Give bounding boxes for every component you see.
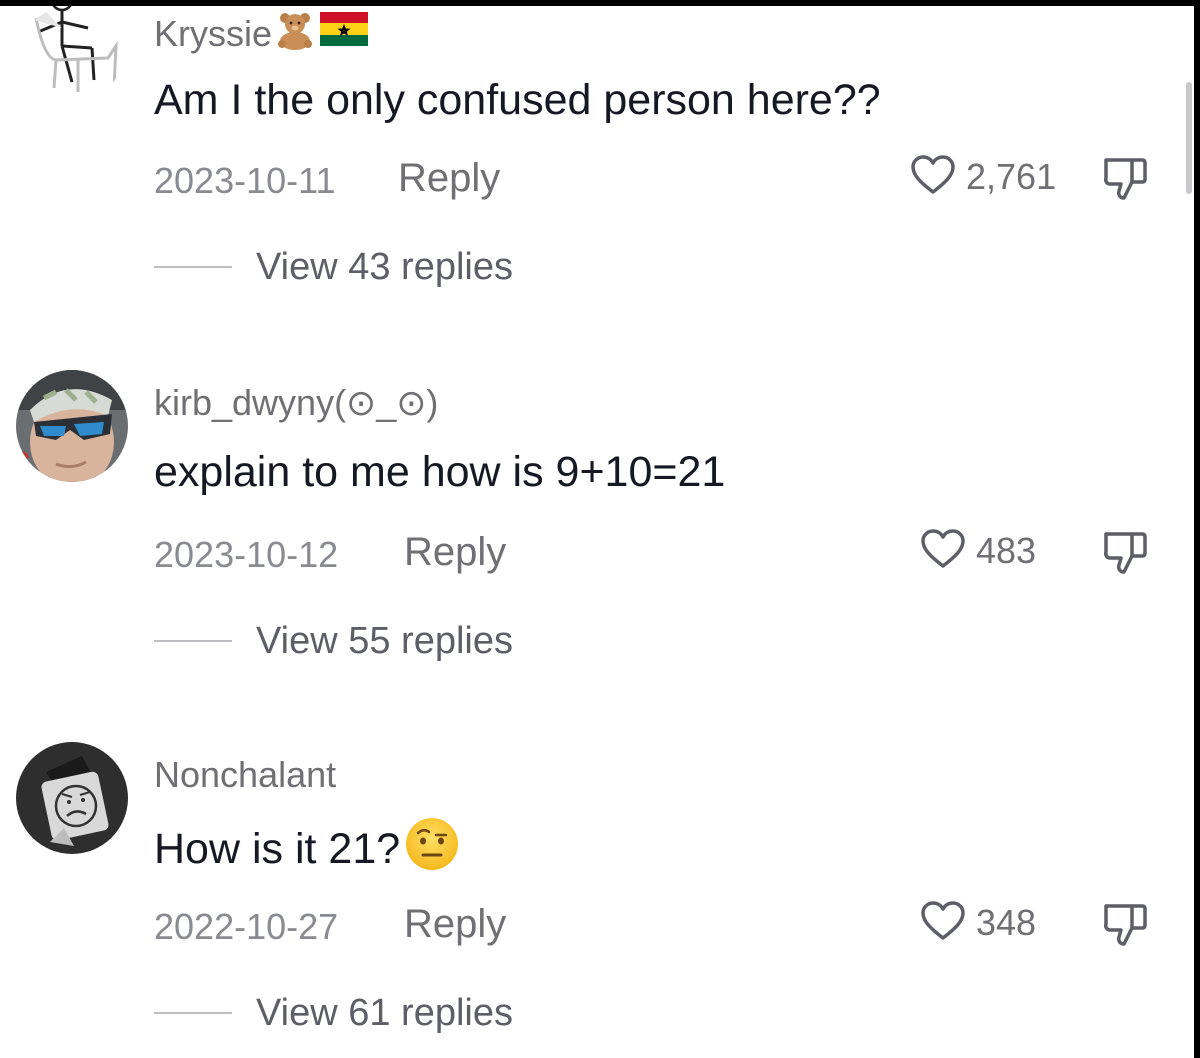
- comment-date: 2023-10-12: [154, 534, 339, 575]
- like-button[interactable]: 483: [920, 526, 1036, 576]
- username[interactable]: kirb_dwyny(⊙_⊙): [154, 382, 438, 424]
- teddy-bear-icon: [274, 8, 316, 59]
- username[interactable]: Kryssie: [154, 13, 272, 55]
- heart-icon: [910, 154, 956, 201]
- like-count: 483: [976, 530, 1037, 571]
- thumbs-down-icon: [1100, 532, 1150, 582]
- avatar[interactable]: [16, 742, 128, 854]
- divider-line: [154, 266, 232, 268]
- like-count: 2,761: [966, 156, 1057, 197]
- reply-button[interactable]: Reply: [404, 530, 506, 575]
- like-count: 348: [976, 902, 1037, 943]
- comment-text: explain to me how is 9+10=21: [154, 448, 726, 496]
- thumbs-down-icon: [1100, 158, 1150, 208]
- view-replies-label: View 61 replies: [256, 991, 514, 1034]
- comments-panel: Kryssie Am I the only confused person he…: [0, 6, 1194, 1058]
- avatar[interactable]: [16, 370, 128, 482]
- avatar[interactable]: [16, 6, 128, 100]
- dislike-button[interactable]: [1100, 900, 1150, 950]
- heart-icon: [920, 900, 966, 947]
- like-button[interactable]: 2,761: [910, 152, 1056, 202]
- thumbs-down-icon: [1100, 904, 1150, 954]
- reply-button[interactable]: Reply: [398, 156, 500, 201]
- heart-icon: [920, 528, 966, 575]
- view-replies-button[interactable]: View 55 replies: [154, 616, 513, 666]
- view-replies-label: View 55 replies: [256, 619, 514, 662]
- dislike-button[interactable]: [1100, 154, 1150, 204]
- reply-button[interactable]: Reply: [404, 902, 506, 947]
- raised-eyebrow-face-icon: [404, 816, 460, 883]
- comment-text: How is it 21?: [154, 825, 401, 873]
- ghana-flag-icon: [320, 12, 369, 55]
- comment-text: Am I the only confused person here??: [154, 76, 881, 124]
- view-replies-label: View 43 replies: [256, 245, 514, 288]
- comment-date: 2023-10-11: [154, 160, 336, 201]
- divider-line: [154, 640, 232, 642]
- comment-date: 2022-10-27: [154, 906, 339, 947]
- username[interactable]: Nonchalant: [154, 754, 336, 796]
- divider-line: [154, 1012, 232, 1014]
- view-replies-button[interactable]: View 61 replies: [154, 988, 513, 1038]
- dislike-button[interactable]: [1100, 528, 1150, 578]
- like-button[interactable]: 348: [920, 898, 1036, 948]
- view-replies-button[interactable]: View 43 replies: [154, 242, 513, 292]
